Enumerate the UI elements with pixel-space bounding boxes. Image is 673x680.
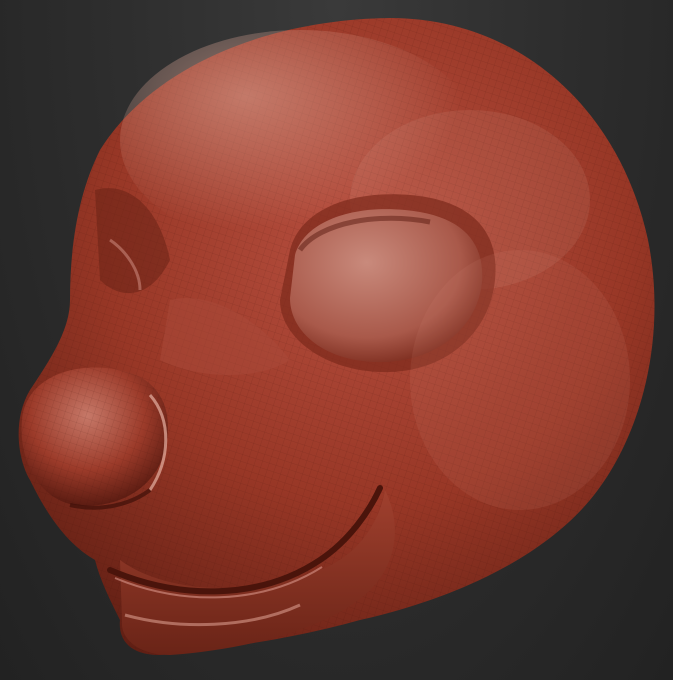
sculpted-head-render [18,18,655,655]
3d-viewport[interactable] [0,0,673,680]
